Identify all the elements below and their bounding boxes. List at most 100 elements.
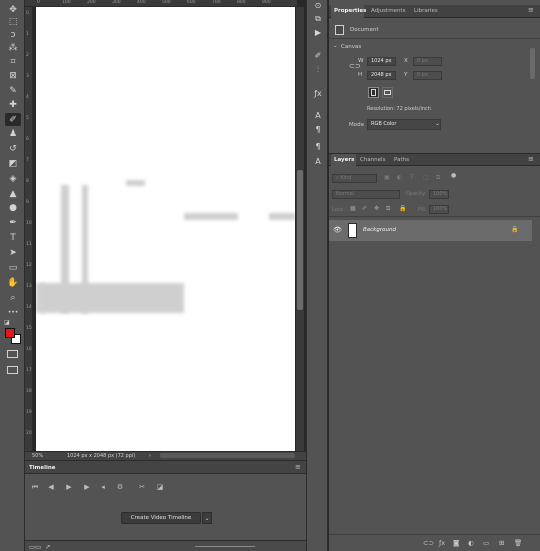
dodge-tool-icon[interactable]: ● — [5, 201, 21, 214]
filter-smart-object-icon[interactable]: ⧉ — [436, 174, 440, 182]
panel-menu-icon[interactable]: ≡ — [528, 155, 534, 163]
blur-tool-icon[interactable]: ▲ — [5, 187, 21, 200]
next-frame-icon[interactable]: ▶ — [82, 483, 92, 491]
width-field[interactable]: 1024 px — [367, 57, 396, 66]
lock-artboard-icon[interactable]: ⧉ — [386, 205, 390, 213]
canvas-chevron-icon[interactable]: ⌄ — [333, 43, 338, 49]
layer-mask-icon[interactable]: ◙ — [453, 539, 459, 547]
timeline-panel: Timeline ≡ ⏮ ◀ ▶ ▶ ◂ ⚙ ✂ ◪ Create Video … — [25, 460, 306, 551]
filter-toggle-icon[interactable]: ● — [451, 172, 456, 179]
tab-timeline[interactable]: Timeline — [29, 465, 56, 471]
horizontal-scrollbar[interactable] — [160, 453, 295, 458]
create-video-timeline-button[interactable]: Create Video Timeline — [121, 512, 201, 524]
mode-select[interactable]: RGB Color — [367, 119, 441, 130]
new-layer-icon[interactable]: ⊞ — [499, 539, 504, 547]
opacity-field[interactable]: 100% — [429, 190, 449, 199]
play-action-icon[interactable]: ▶ — [312, 27, 324, 38]
audio-icon[interactable]: ◂ — [98, 483, 108, 491]
adjustment-layer-icon[interactable]: ◐ — [468, 539, 474, 547]
character-styles-icon[interactable]: A — [312, 156, 324, 167]
lock-position-icon[interactable]: ✥ — [374, 205, 379, 212]
hand-tool-icon[interactable]: ✋ — [5, 276, 21, 289]
split-icon[interactable]: ✂ — [137, 483, 147, 491]
layer-name[interactable]: Background — [363, 227, 396, 233]
lock-all-icon[interactable]: 🔒 — [399, 205, 406, 212]
quick-mask-icon[interactable] — [7, 350, 18, 358]
tab-libraries[interactable]: Libraries — [414, 8, 438, 14]
zoom-slider[interactable] — [195, 546, 255, 547]
history-brush-tool-icon[interactable]: ↺ — [5, 142, 21, 155]
foreground-color-swatch[interactable] — [5, 328, 15, 338]
default-colors-icon[interactable]: ◪ — [4, 319, 10, 326]
tab-adjustments[interactable]: Adjustments — [371, 8, 405, 14]
play-icon[interactable]: ▶ — [64, 483, 74, 491]
zoom-level[interactable]: 50% — [32, 453, 43, 459]
brush-tool-icon[interactable]: ✐ — [5, 113, 21, 126]
delete-layer-icon[interactable]: 🗑 — [514, 539, 522, 547]
tab-properties[interactable]: Properties — [334, 8, 366, 14]
styles-icon[interactable]: ƒx — [312, 88, 324, 99]
x-field[interactable]: 0 px — [413, 57, 442, 66]
fill-field[interactable]: 100% — [429, 205, 449, 214]
visibility-eye-icon[interactable]: 👁 — [333, 226, 342, 234]
layer-style-icon[interactable]: ƒx — [439, 539, 445, 547]
screen-mode-icon[interactable] — [7, 366, 18, 374]
type-tool-icon[interactable]: T — [5, 231, 21, 244]
lasso-tool-icon[interactable]: ↄ — [5, 28, 21, 41]
rectangle-tool-icon[interactable]: ▭ — [5, 261, 21, 274]
properties-scrollbar[interactable] — [530, 48, 535, 79]
zoom-tool-icon[interactable]: ⌕ — [5, 291, 21, 304]
tab-paths[interactable]: Paths — [394, 157, 409, 163]
eyedropper-tool-icon[interactable]: ✎ — [5, 84, 21, 97]
paint-bucket-tool-icon[interactable]: ◈ — [5, 172, 21, 185]
filter-adjustment-icon[interactable]: ◐ — [397, 174, 402, 181]
filter-type-icon[interactable]: T — [410, 174, 414, 181]
vertical-scrollbar-thumb[interactable] — [297, 170, 303, 310]
frame-animation-icon[interactable]: ▭▭ — [29, 543, 41, 551]
tab-channels[interactable]: Channels — [360, 157, 385, 163]
transition-icon[interactable]: ◪ — [155, 483, 165, 491]
canvas-shape — [41, 283, 184, 313]
panel-menu-icon[interactable]: ≡ — [295, 463, 301, 471]
tab-layers[interactable]: Layers — [334, 157, 354, 163]
more-tools-icon[interactable]: ••• — [5, 306, 21, 319]
paragraph-styles-icon[interactable]: ¶ — [312, 141, 324, 152]
brush-settings-icon[interactable]: ✐ — [312, 50, 324, 61]
filter-pixel-icon[interactable]: ▣ — [384, 174, 390, 181]
pen-tool-icon[interactable]: ✒ — [5, 216, 21, 229]
frame-tool-icon[interactable]: ⊠ — [5, 69, 21, 82]
path-selection-tool-icon[interactable]: ➤ — [5, 246, 21, 259]
crop-tool-icon[interactable]: ⌗ — [5, 55, 21, 68]
y-field[interactable]: 0 px — [413, 71, 442, 80]
render-icon[interactable]: ↗ — [45, 543, 50, 551]
status-arrow-icon[interactable]: › — [149, 453, 151, 459]
layer-row-background[interactable]: 👁 Background 🔒 — [329, 220, 532, 241]
panel-menu-icon[interactable]: ≡ — [528, 6, 534, 14]
layer-filter-field[interactable]: ⌕ Kind — [332, 174, 377, 183]
eraser-tool-icon[interactable]: ◩ — [5, 157, 21, 170]
new-group-icon[interactable]: ▭ — [483, 539, 489, 547]
actions-icon[interactable]: ⧉ — [312, 13, 324, 24]
history-icon[interactable]: ⊙ — [312, 0, 324, 11]
paragraph-icon[interactable]: ¶ — [312, 124, 324, 135]
blend-mode-select[interactable]: Normal — [332, 190, 400, 199]
link-layers-icon[interactable]: ⊂⊃ — [423, 539, 434, 547]
character-icon[interactable]: A — [312, 110, 324, 121]
height-field[interactable]: 2048 px — [367, 71, 396, 80]
adjust-icon[interactable]: ⫶ — [312, 64, 324, 75]
marquee-tool-icon[interactable]: ⬚ — [5, 15, 21, 28]
settings-icon[interactable]: ⚙ — [115, 483, 125, 491]
magic-wand-tool-icon[interactable]: ⁂ — [5, 41, 21, 54]
lock-image-icon[interactable]: ✐ — [362, 205, 367, 212]
timeline-type-dropdown[interactable]: ⌄ — [202, 512, 212, 524]
link-icon[interactable]: ⊂⊃ — [349, 62, 361, 70]
canvas-section-label[interactable]: Canvas — [341, 44, 361, 50]
lock-transparent-icon[interactable]: ▦ — [350, 205, 356, 212]
document-canvas[interactable] — [36, 7, 295, 451]
previous-frame-icon[interactable]: ◀ — [46, 483, 56, 491]
document-info[interactable]: 1024 px x 2048 px (72 ppi) — [67, 453, 135, 459]
go-to-first-frame-icon[interactable]: ⏮ — [30, 483, 40, 492]
filter-shape-icon[interactable]: ⬚ — [423, 174, 429, 181]
clone-stamp-tool-icon[interactable]: ♟ — [5, 127, 21, 140]
healing-brush-tool-icon[interactable]: ✚ — [5, 98, 21, 111]
